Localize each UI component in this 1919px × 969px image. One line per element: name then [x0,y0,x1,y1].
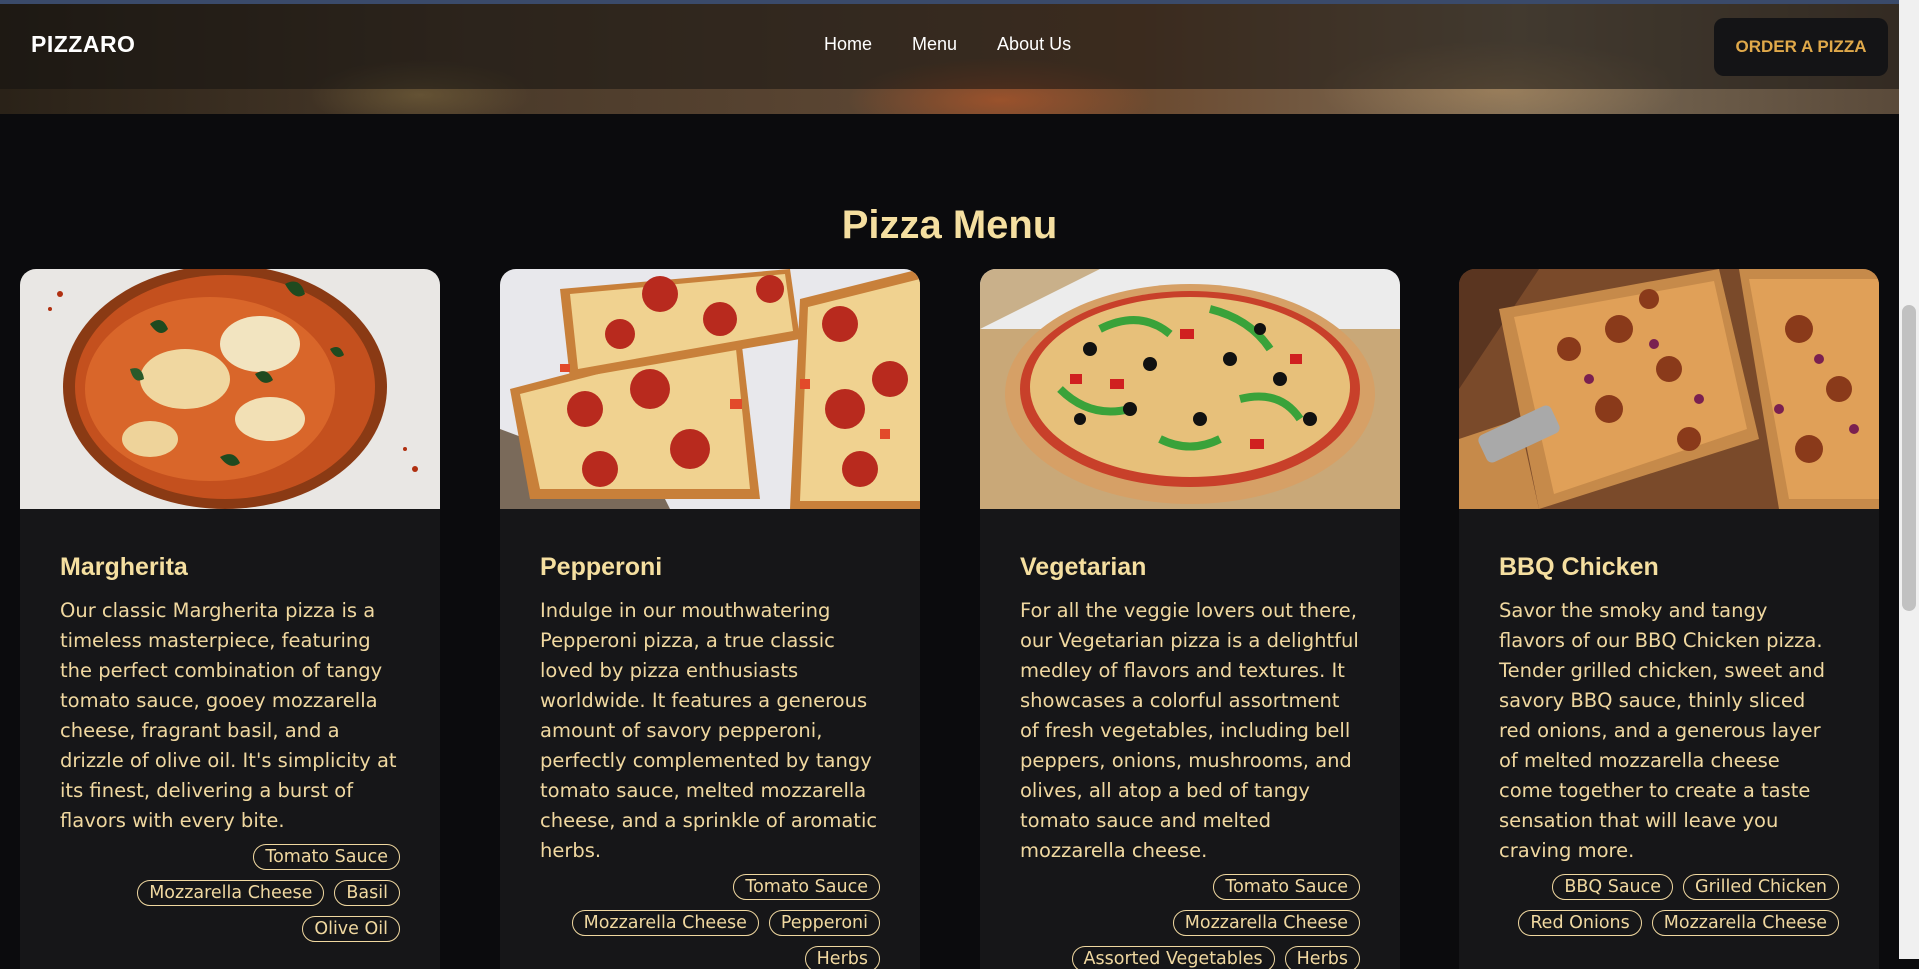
page-scrollbar[interactable] [1899,0,1919,959]
pizza-image-pepperoni [500,269,920,509]
pizza-description: For all the veggie lovers out there, our… [1020,599,1359,862]
ingredient-tag: Herbs [1284,946,1360,969]
pizza-image-bbq-chicken [1459,269,1879,509]
pizza-description: Our classic Margherita pizza is a timele… [60,599,397,832]
ingredient-tag: Tomato Sauce [733,874,880,900]
ingredient-tag: BBQ Sauce [1552,874,1674,900]
top-navbar: PIZZARO Home Menu About Us ORDER A PIZZA [0,4,1899,89]
ingredient-tag: Mozzarella Cheese [571,910,759,936]
pizza-description: Indulge in our mouthwatering Pepperoni p… [540,599,878,862]
ingredient-tags: Tomato Sauce Mozzarella Cheese Pepperoni… [540,874,880,969]
ingredient-tags: BBQ Sauce Grilled Chicken Red Onions Moz… [1499,874,1839,936]
nav-links: Home Menu About Us [824,34,1071,55]
pizza-image-vegetarian [980,269,1400,509]
ingredient-tag: Mozzarella Cheese [137,880,325,906]
ingredient-tags: Tomato Sauce Mozzarella Cheese Assorted … [1020,874,1360,969]
ingredient-tag: Red Onions [1518,910,1642,936]
pizza-name: BBQ Chicken [1499,553,1659,581]
ingredient-tag: Assorted Vegetables [1071,946,1275,969]
pizza-card-pepperoni[interactable]: Pepperoni Indulge in our mouthwatering P… [500,269,920,969]
ingredient-tag: Grilled Chicken [1683,874,1839,900]
scrollbar-thumb[interactable] [1902,305,1916,611]
ingredient-tag: Herbs [804,946,880,969]
pizza-card-vegetarian[interactable]: Vegetarian For all the veggie lovers out… [980,269,1400,969]
ingredient-tag: Tomato Sauce [253,844,400,870]
ingredient-tag: Mozzarella Cheese [1651,910,1839,936]
ingredient-tags: Tomato Sauce Mozzarella Cheese Basil Oli… [60,844,400,942]
pizza-card-margherita[interactable]: Margherita Our classic Margherita pizza … [20,269,440,969]
ingredient-tag: Basil [334,880,400,906]
ingredient-tag: Pepperoni [768,910,880,936]
pizza-name: Pepperoni [540,553,663,581]
pizza-name: Margherita [60,553,188,581]
ingredient-tag: Tomato Sauce [1213,874,1360,900]
nav-link-menu[interactable]: Menu [912,34,957,55]
pizza-name: Vegetarian [1020,553,1147,581]
order-pizza-button[interactable]: ORDER A PIZZA [1714,18,1888,76]
brand-logo[interactable]: PIZZARO [31,31,135,58]
nav-link-about-us[interactable]: About Us [997,34,1071,55]
ingredient-tag: Olive Oil [302,916,400,942]
ingredient-tag: Mozzarella Cheese [1172,910,1360,936]
section-title: Pizza Menu [841,203,1058,248]
pizza-image-margherita [20,269,440,509]
nav-link-home[interactable]: Home [824,34,872,55]
pizza-card-bbq-chicken[interactable]: BBQ Chicken Savor the smoky and tangy fl… [1459,269,1879,969]
pizza-description: Savor the smoky and tangy flavors of our… [1499,599,1825,862]
